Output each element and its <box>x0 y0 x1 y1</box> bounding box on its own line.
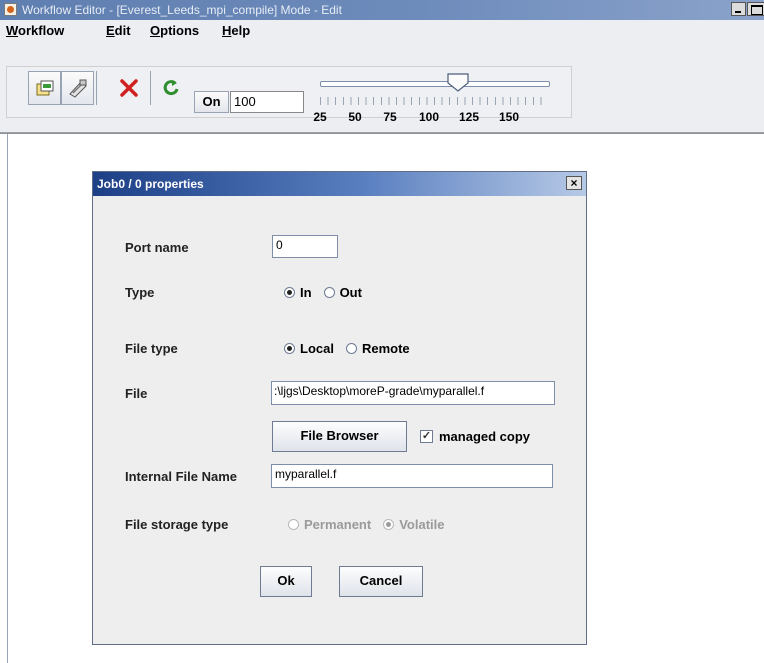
cancel-label: Cancel <box>359 573 403 588</box>
internal-file-name-label: Internal File Name <box>125 469 237 484</box>
menu-workflow[interactable]: Workflow <box>6 23 64 38</box>
window-title: Workflow Editor - [Everest_Leeds_mpi_com… <box>22 3 342 17</box>
port-name-label: Port name <box>125 240 189 255</box>
file-type-radio-remote[interactable]: Remote <box>345 341 410 356</box>
storage-volatile-label: Volatile <box>399 517 445 532</box>
file-storage-type-label: File storage type <box>125 517 229 532</box>
managed-copy-checkbox[interactable]: ✓ <box>420 430 433 443</box>
file-type-radio-local[interactable]: Local <box>284 341 334 356</box>
dialog-titlebar[interactable]: Job0 / 0 properties × <box>93 172 586 196</box>
menubar: Workflow Edit Options Help <box>0 20 764 40</box>
toolbar-bottom-border <box>0 133 764 134</box>
refresh-icon <box>163 80 178 96</box>
slider-label-75: 75 <box>383 110 397 124</box>
toolbar-separator <box>150 71 151 105</box>
port-name-input[interactable]: 0 <box>272 235 338 258</box>
ok-button[interactable]: Ok <box>260 566 312 597</box>
delete-icon <box>119 79 138 97</box>
cancel-button[interactable]: Cancel <box>339 566 423 597</box>
type-label: Type <box>125 285 155 300</box>
slider-thumb-icon <box>447 73 469 92</box>
refresh-button[interactable] <box>154 71 187 105</box>
radio-permanent-indicator <box>288 519 299 530</box>
slider-label-100: 100 <box>418 110 440 124</box>
java-app-icon <box>4 3 17 16</box>
zoom-slider-track[interactable] <box>320 81 550 87</box>
type-radio-out[interactable]: Out <box>323 285 362 300</box>
open-icon <box>36 80 53 96</box>
slider-label-50: 50 <box>348 110 362 124</box>
type-radio-group: In Out <box>284 285 374 300</box>
slider-label-150: 150 <box>498 110 520 124</box>
file-browser-button[interactable]: File Browser <box>272 421 407 452</box>
managed-copy-label: managed copy <box>439 429 531 444</box>
link-button[interactable] <box>61 71 94 105</box>
radio-out-indicator[interactable] <box>323 287 335 298</box>
minimize-button[interactable] <box>731 2 746 16</box>
zoom-slider-ticks <box>320 97 548 105</box>
managed-copy-row[interactable]: ✓ managed copy <box>420 429 530 444</box>
menu-edit[interactable]: Edit <box>106 23 131 38</box>
type-radio-in[interactable]: In <box>284 285 312 300</box>
storage-radio-permanent: Permanent <box>288 517 371 532</box>
dialog-close-button[interactable]: × <box>566 176 582 190</box>
internal-file-name-input[interactable]: myparallel.f <box>271 464 553 488</box>
zoom-slider-thumb[interactable] <box>446 73 470 95</box>
radio-local-indicator[interactable] <box>284 343 295 354</box>
file-type-remote-label: Remote <box>361 341 410 356</box>
toolbar-separator <box>96 71 97 105</box>
zoom-input[interactable]: 100 <box>230 91 304 113</box>
radio-volatile-indicator <box>383 519 395 530</box>
file-type-radio-group: Local Remote <box>284 341 422 356</box>
file-type-local-label: Local <box>300 341 334 356</box>
dialog-title: Job0 / 0 properties <box>97 177 204 191</box>
properties-dialog: Job0 / 0 properties × Port name 0 Type I… <box>92 171 587 645</box>
type-in-label: In <box>300 285 312 300</box>
slider-label-25: 25 <box>313 110 327 124</box>
open-button[interactable] <box>28 71 61 105</box>
link-icon <box>68 79 87 98</box>
delete-button[interactable] <box>112 71 145 105</box>
radio-remote-indicator[interactable] <box>345 343 357 354</box>
ok-label: Ok <box>277 573 295 588</box>
radio-in-indicator[interactable] <box>284 287 295 298</box>
type-out-label: Out <box>339 285 362 300</box>
storage-radio-volatile: Volatile <box>383 517 444 532</box>
window-titlebar[interactable]: Workflow Editor - [Everest_Leeds_mpi_com… <box>0 0 764 20</box>
storage-radio-group: Permanent Volatile <box>288 517 456 532</box>
menu-options[interactable]: Options <box>150 23 199 38</box>
file-path-input[interactable]: :\ljgs\Desktop\moreP-grade\myparallel.f <box>271 381 555 405</box>
menu-help[interactable]: Help <box>222 23 250 38</box>
canvas-left-border <box>7 134 8 663</box>
maximize-button[interactable] <box>747 2 764 16</box>
file-label: File <box>125 386 148 401</box>
file-type-label: File type <box>125 341 178 356</box>
slider-label-125: 125 <box>458 110 480 124</box>
on-toggle-button[interactable]: On <box>194 91 229 113</box>
storage-permanent-label: Permanent <box>304 517 372 532</box>
